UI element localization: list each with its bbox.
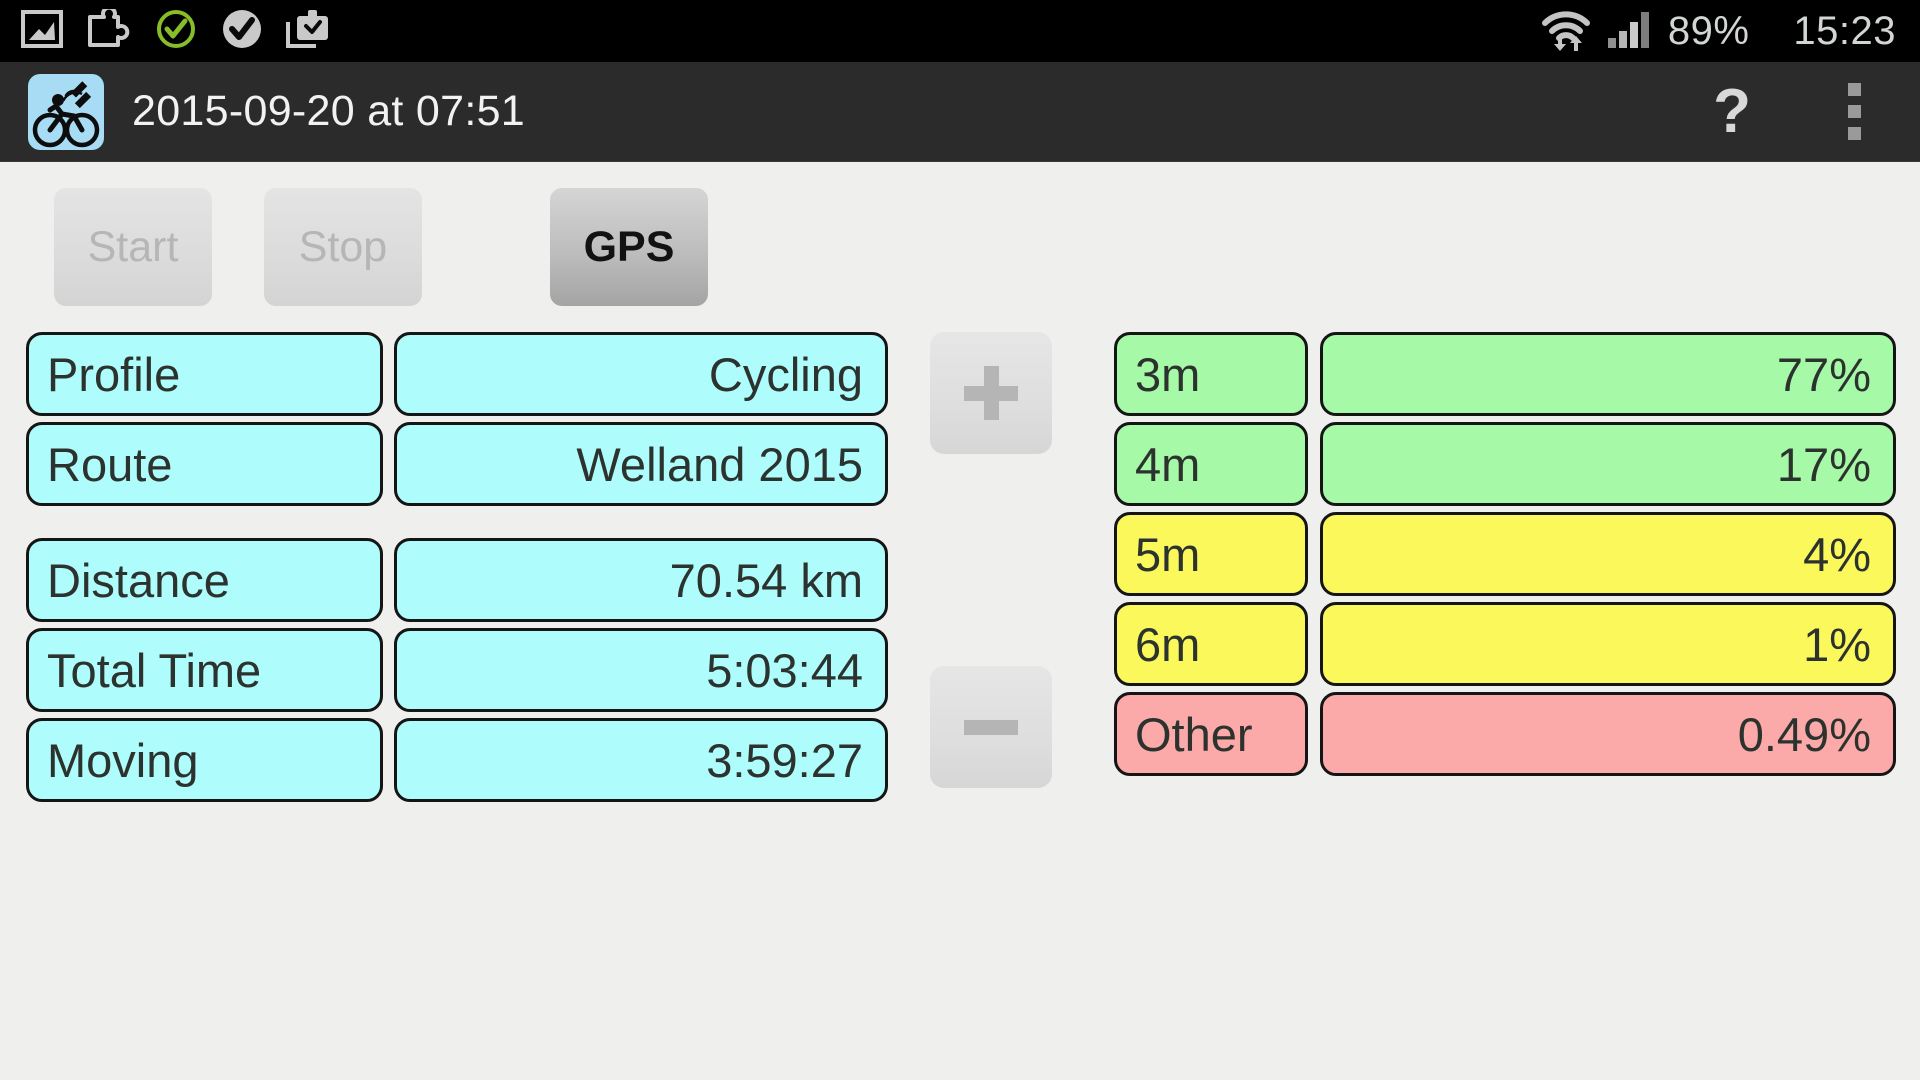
distance-label[interactable]: Distance [26, 538, 383, 622]
minus-icon [964, 719, 1018, 735]
battery-percent: 89% [1667, 9, 1750, 53]
gps-button[interactable]: GPS [550, 188, 708, 306]
stop-button[interactable]: Stop [264, 188, 422, 306]
moving-value[interactable]: 3:59:27 [394, 718, 888, 802]
accuracy-value-6m[interactable]: 1% [1320, 602, 1896, 686]
table-row: 6m 1% [1114, 602, 1896, 686]
accuracy-key-3m[interactable]: 3m [1114, 332, 1308, 416]
page-title: 2015-09-20 at 07:51 [132, 87, 526, 135]
zoom-stepper [930, 332, 1052, 788]
moving-label[interactable]: Moving [26, 718, 383, 802]
status-bar-notification-icons [20, 5, 332, 56]
control-button-row: Start Stop GPS [54, 188, 708, 306]
status-bar: 89% 15:23 [0, 0, 1920, 62]
total-time-value[interactable]: 5:03:44 [394, 628, 888, 712]
table-row: 4m 17% [1114, 422, 1896, 506]
minus-button[interactable] [930, 666, 1052, 788]
table-row: Distance 70.54 km [26, 538, 888, 622]
overflow-dot [1847, 83, 1861, 96]
cellular-signal-icon [1606, 8, 1654, 55]
overflow-dot [1847, 105, 1861, 118]
main-content: Start Stop GPS Profile Cycling Route Wel… [0, 162, 1920, 1080]
cyclist-gps-icon[interactable] [28, 73, 104, 150]
table-row: 3m 77% [1114, 332, 1896, 416]
accuracy-value-5m[interactable]: 4% [1320, 512, 1896, 596]
accuracy-key-4m[interactable]: 4m [1114, 422, 1308, 506]
accuracy-key-6m[interactable]: 6m [1114, 602, 1308, 686]
overflow-dot [1847, 127, 1861, 140]
table-row: Profile Cycling [26, 332, 888, 416]
table-row: Route Welland 2015 [26, 422, 888, 506]
status-bar-system-indicators: 89% 15:23 [1540, 6, 1896, 57]
distance-value[interactable]: 70.54 km [394, 538, 888, 622]
summary-grid: Profile Cycling Route Welland 2015 Dista… [26, 332, 888, 808]
accuracy-value-3m[interactable]: 77% [1320, 332, 1896, 416]
gallery-icon [20, 9, 64, 54]
help-icon[interactable]: ? [1692, 72, 1772, 152]
plus-button[interactable] [930, 332, 1052, 454]
profile-label[interactable]: Profile [26, 332, 383, 416]
green-check-circle-icon [154, 7, 198, 56]
accuracy-key-other[interactable]: Other [1114, 692, 1308, 776]
table-row: Total Time 5:03:44 [26, 628, 888, 712]
clipboard-download-icon [286, 8, 332, 55]
table-row: Other 0.49% [1114, 692, 1896, 776]
overflow-menu-icon[interactable] [1824, 72, 1884, 152]
app-root: 89% 15:23 2015-09-20 at 07:51 ? Start St… [0, 0, 1920, 1080]
start-button[interactable]: Start [54, 188, 212, 306]
route-value[interactable]: Welland 2015 [394, 422, 888, 506]
wifi-transfer-icon [1540, 6, 1592, 57]
table-row: 5m 4% [1114, 512, 1896, 596]
route-label[interactable]: Route [26, 422, 383, 506]
accuracy-value-other[interactable]: 0.49% [1320, 692, 1896, 776]
plus-icon [983, 366, 999, 420]
table-row: Moving 3:59:27 [26, 718, 888, 802]
puzzle-plugin-icon [86, 5, 132, 54]
status-bar-clock: 15:23 [1793, 9, 1896, 53]
accuracy-key-5m[interactable]: 5m [1114, 512, 1308, 596]
profile-value[interactable]: Cycling [394, 332, 888, 416]
accuracy-table: 3m 77% 4m 17% 5m 4% 6m 1% Other 0.49% [1114, 332, 1896, 782]
accuracy-value-4m[interactable]: 17% [1320, 422, 1896, 506]
total-time-label[interactable]: Total Time [26, 628, 383, 712]
title-bar: 2015-09-20 at 07:51 ? [0, 62, 1920, 162]
gray-check-circle-icon [220, 7, 264, 56]
